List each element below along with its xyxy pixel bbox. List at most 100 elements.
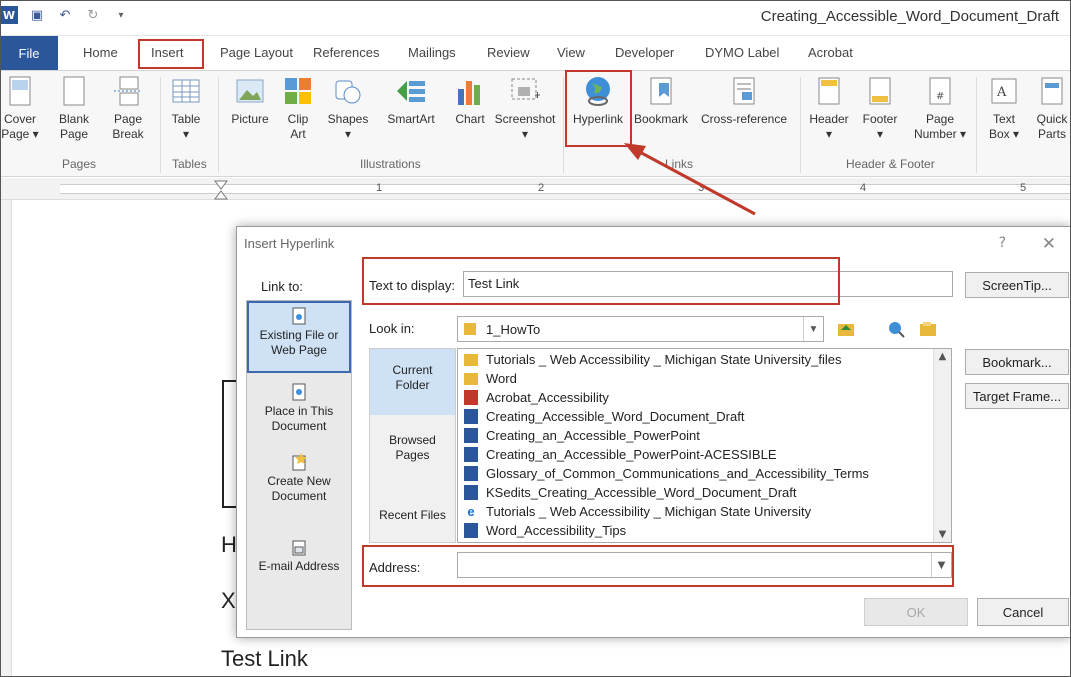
tab-insert[interactable]: Insert [151, 45, 184, 60]
tab-developer[interactable]: Developer [615, 45, 674, 60]
chart-label: Chart [455, 112, 485, 126]
browse-file-icon[interactable] [917, 318, 939, 340]
cover-page-label: Cover [3, 112, 36, 126]
footer-button[interactable]: Footer ▾ [858, 75, 902, 142]
ruler-number: 1 [376, 182, 383, 194]
browse-web-icon[interactable] [885, 318, 907, 340]
horizontal-ruler[interactable]: 1 2 3 4 5 [0, 178, 1071, 200]
text-box-label-2: Box ▾ [988, 127, 1020, 141]
bookmark-button[interactable]: Bookmark [630, 75, 692, 127]
header-button[interactable]: Header ▾ [806, 75, 852, 142]
screenshot-button[interactable]: Screenshot ▾ [490, 75, 560, 142]
document-test-link[interactable]: Test Link [221, 646, 308, 672]
browsed-pages-label-2: Pages [395, 448, 430, 462]
browsed-pages-button[interactable]: Browsed Pages [370, 433, 455, 463]
tab-view[interactable]: View [557, 45, 585, 60]
list-item[interactable]: KSedits_Creating_Accessible_Word_Documen… [458, 482, 796, 503]
screenshot-icon [509, 75, 541, 107]
place-in-document-icon [290, 383, 308, 401]
quick-parts-button[interactable]: Quick Parts [1032, 75, 1071, 142]
picture-button[interactable]: Picture [226, 75, 274, 127]
group-divider [800, 77, 801, 173]
look-in-select[interactable]: 1_HowTo ▼ [457, 316, 824, 342]
shapes-dropdown-arrow: ▾ [344, 127, 352, 141]
list-item[interactable]: Glossary_of_Common_Communications_and_Ac… [458, 463, 869, 484]
list-item[interactable]: Word_Accessibility_Tips [458, 520, 626, 541]
close-icon[interactable]: ✕ [1042, 234, 1056, 254]
cross-reference-button[interactable]: Cross-reference [695, 75, 793, 127]
tab-home[interactable]: Home [83, 45, 118, 60]
ruler-track: 1 2 3 4 5 [60, 182, 1071, 194]
ruler-number: 4 [860, 182, 867, 194]
link-option-email[interactable]: E-mail Address [247, 538, 351, 574]
address-input[interactable]: ▼ [457, 552, 952, 578]
text-box-button[interactable]: A Text Box ▾ [984, 75, 1024, 142]
undo-icon[interactable]: ↶ [56, 6, 74, 24]
list-item[interactable]: e Tutorials _ Web Accessibility _ Michiga… [458, 501, 811, 522]
text-to-display-input[interactable]: Test Link [463, 271, 953, 297]
chevron-down-icon[interactable]: ▼ [931, 553, 951, 577]
svg-text:#: # [936, 91, 944, 102]
page-break-label-2: Break [112, 127, 144, 141]
help-icon[interactable]: ? [999, 235, 1006, 251]
target-frame-button[interactable]: Target Frame... [965, 383, 1069, 409]
up-folder-icon[interactable] [835, 318, 857, 340]
list-item[interactable]: Creating_an_Accessible_PowerPoint [458, 425, 700, 446]
list-item[interactable]: Tutorials _ Web Accessibility _ Michigan… [458, 349, 841, 370]
look-in-value: 1_HowTo [486, 322, 541, 337]
tab-page-layout[interactable]: Page Layout [220, 45, 293, 60]
place-in-document-label: Place in This [264, 404, 334, 418]
tab-references[interactable]: References [313, 45, 379, 60]
table-button[interactable]: Table ▾ [166, 75, 206, 142]
customize-toolbar-icon[interactable]: ▾ [112, 6, 130, 24]
tab-dymo-label[interactable]: DYMO Label [705, 45, 779, 60]
group-label-tables: Tables [172, 157, 207, 171]
file-name: Tutorials _ Web Accessibility _ Michigan… [486, 504, 812, 519]
tab-file[interactable]: File [0, 36, 58, 70]
file-list-scrollbar[interactable]: ▲ ▼ [933, 349, 951, 542]
tab-acrobat[interactable]: Acrobat [808, 45, 853, 60]
ok-button[interactable]: OK [864, 598, 968, 626]
blank-page-label: Blank [58, 112, 90, 126]
picture-icon [234, 75, 266, 107]
blank-page-button[interactable]: Blank Page [54, 75, 94, 142]
list-item[interactable]: Creating_an_Accessible_PowerPoint-ACESSI… [458, 444, 777, 465]
current-folder-button[interactable]: Current Folder [370, 349, 455, 415]
title-bar: W ▣ ↶ ↻ ▾ Creating_Accessible_Word_Docum… [0, 0, 1071, 36]
hyperlink-highlight-box [565, 70, 632, 147]
link-to-panel: Existing File or Web Page Place in This … [246, 300, 352, 630]
page-break-button[interactable]: Page Break [108, 75, 148, 142]
link-option-place-in-document[interactable]: Place in This Document [247, 383, 351, 434]
chart-button[interactable]: Chart [448, 75, 492, 127]
list-item[interactable]: Creating_Accessible_Word_Document_Draft [458, 406, 744, 427]
redo-icon[interactable]: ↻ [84, 6, 102, 24]
cancel-button[interactable]: Cancel [977, 598, 1069, 626]
smartart-button[interactable]: SmartArt [380, 75, 442, 127]
clip-art-icon [282, 75, 314, 107]
chevron-down-icon[interactable]: ▼ [803, 317, 823, 341]
bookmark-dialog-button[interactable]: Bookmark... [965, 349, 1069, 375]
tab-review[interactable]: Review [487, 45, 530, 60]
page-number-button[interactable]: # Page Number ▾ [912, 75, 968, 142]
header-dropdown-arrow: ▾ [825, 127, 833, 141]
smartart-icon [395, 75, 427, 107]
link-option-create-new[interactable]: Create New Document [247, 453, 351, 504]
indent-marker-icon[interactable] [214, 180, 228, 200]
clip-art-label: Clip [287, 112, 309, 126]
scroll-down-icon[interactable]: ▼ [934, 529, 951, 540]
clip-art-button[interactable]: Clip Art [282, 75, 314, 142]
look-in-label: Look in: [369, 321, 415, 336]
cover-page-button[interactable]: Cover Page ▾ [0, 75, 40, 142]
page-number-label-2: Number ▾ [913, 127, 967, 141]
link-option-existing-file[interactable]: Existing File or Web Page [247, 301, 351, 373]
save-icon[interactable]: ▣ [28, 6, 46, 24]
page-number-icon: # [924, 75, 956, 107]
recent-files-button[interactable]: Recent Files [370, 508, 455, 523]
file-list[interactable]: Tutorials _ Web Accessibility _ Michigan… [457, 348, 952, 543]
tab-mailings[interactable]: Mailings [408, 45, 456, 60]
shapes-button[interactable]: Shapes ▾ [326, 75, 370, 142]
scroll-up-icon[interactable]: ▲ [934, 351, 951, 362]
list-item[interactable]: Acrobat_Accessibility [458, 387, 609, 408]
screentip-button[interactable]: ScreenTip... [965, 272, 1069, 298]
list-item[interactable]: Word [458, 368, 517, 389]
